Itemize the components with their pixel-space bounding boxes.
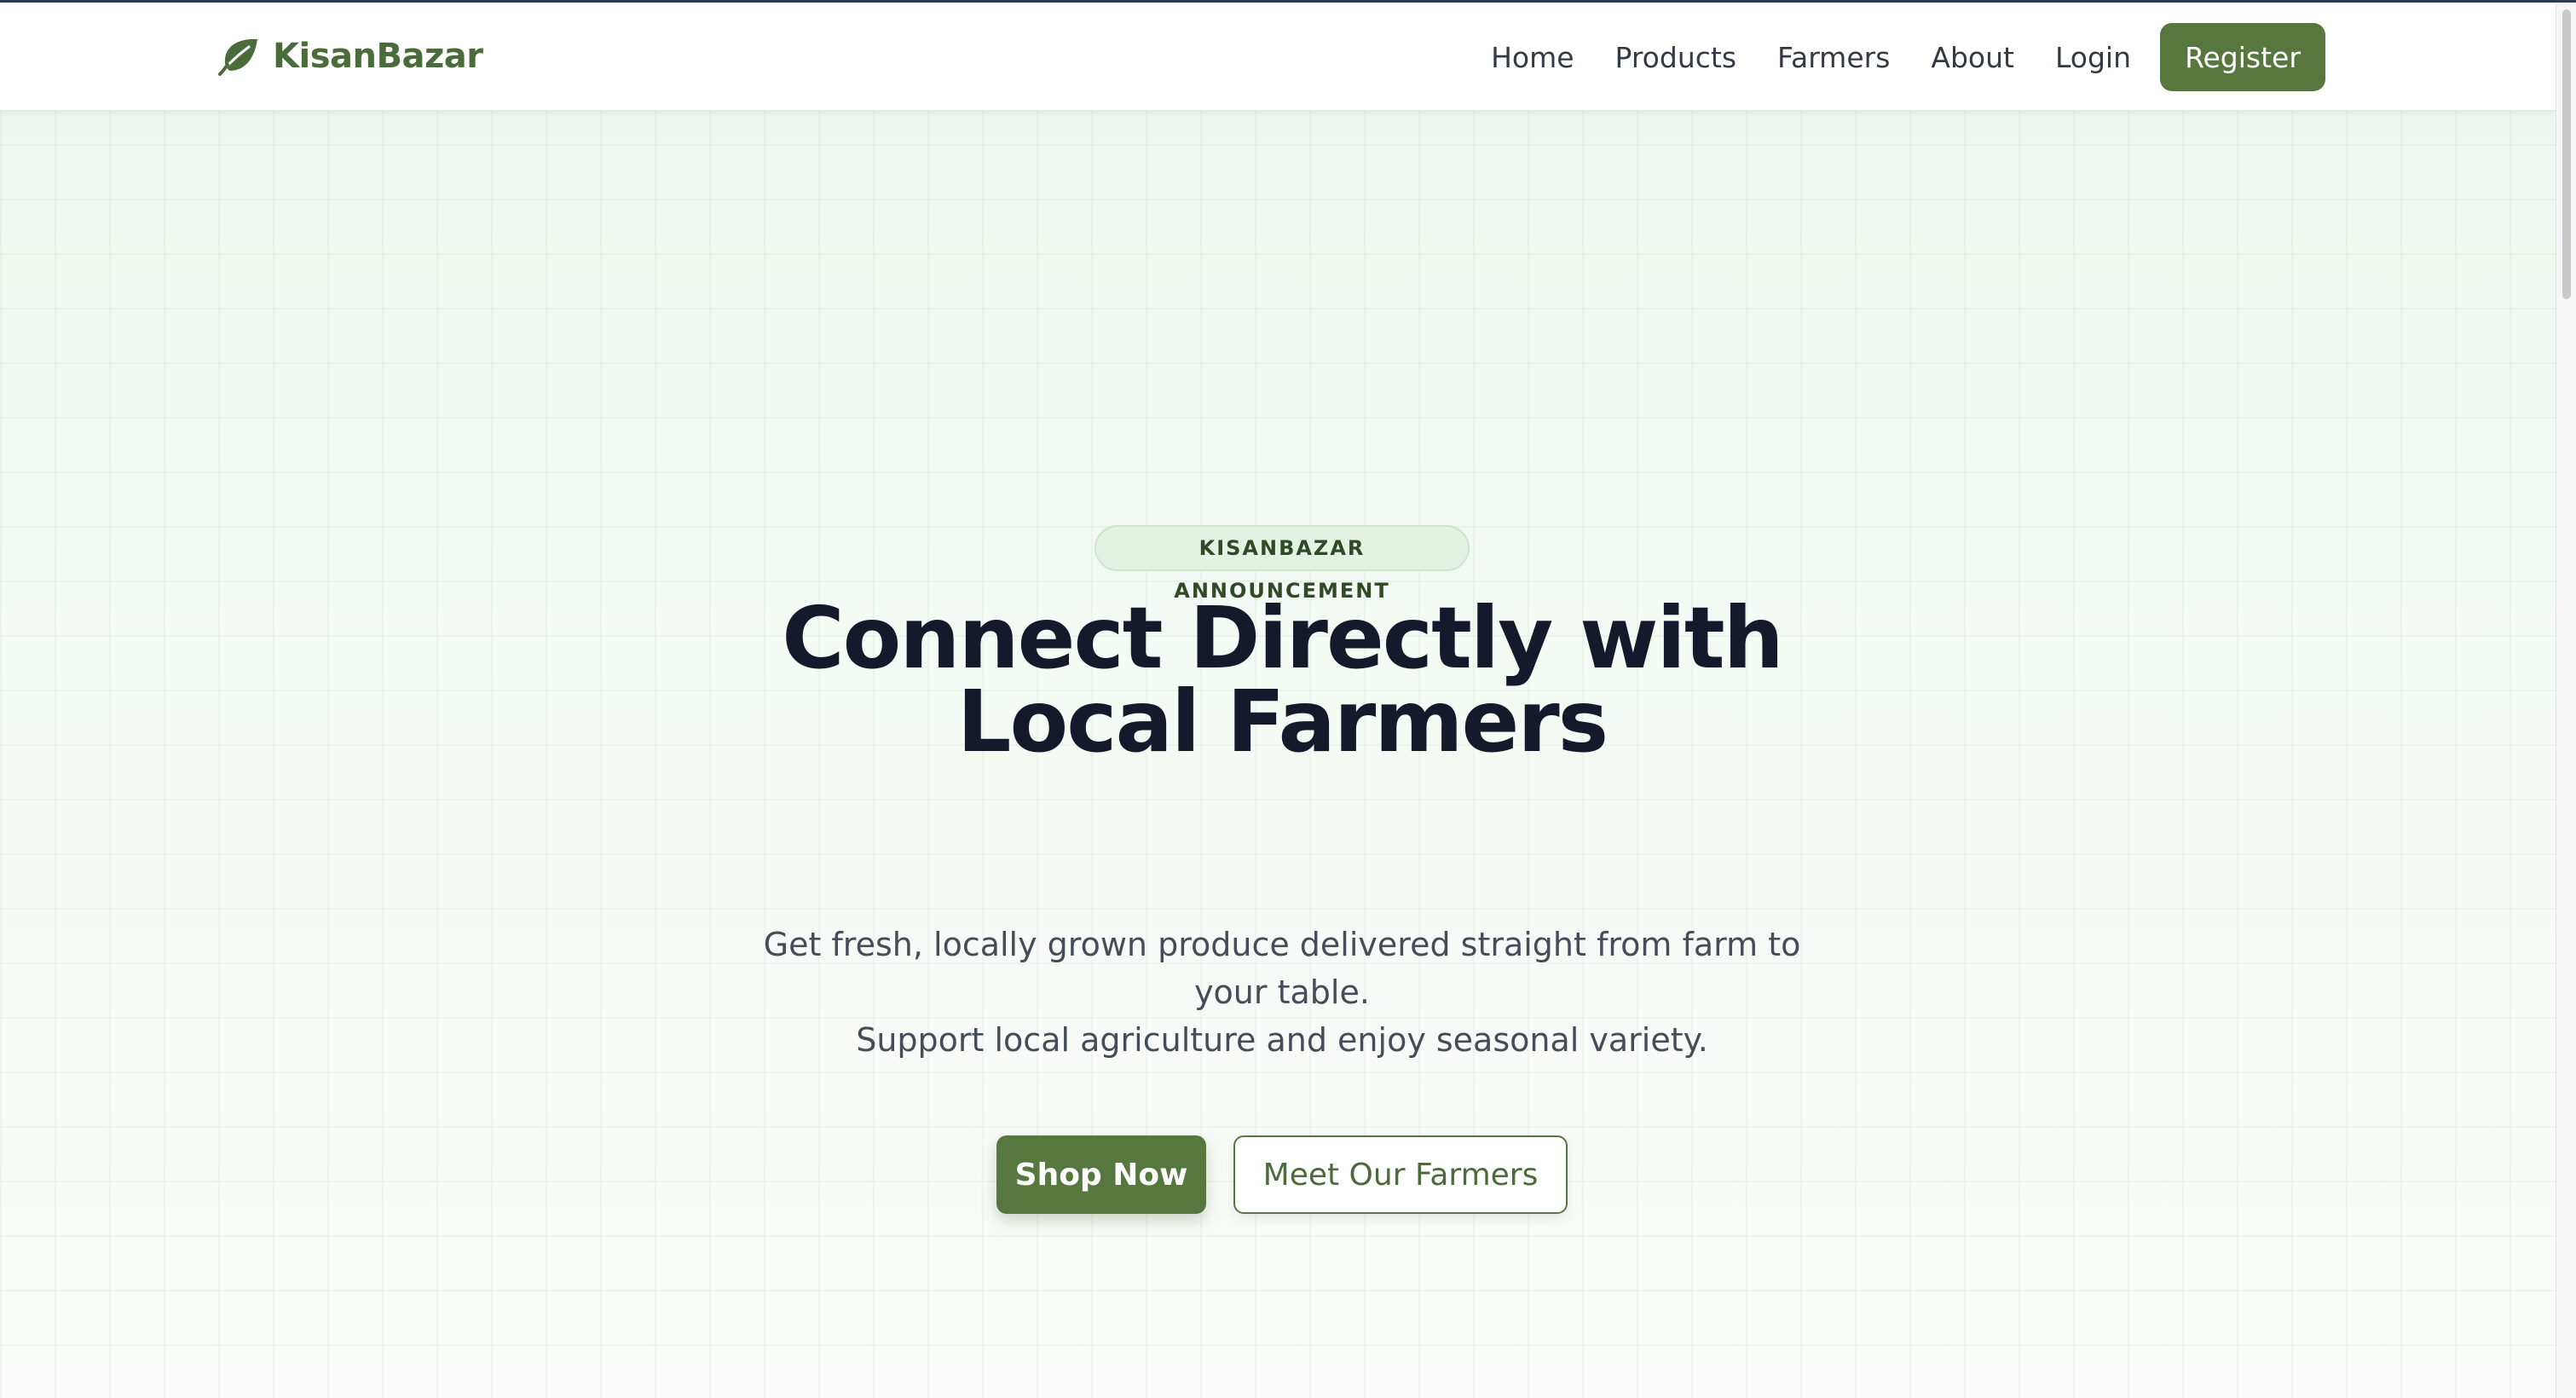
- shop-now-button[interactable]: Shop Now: [996, 1135, 1206, 1214]
- hero-headline: Connect Directly with Local Farmers: [682, 596, 1882, 765]
- hero-subtext-line-1: Get fresh, locally grown produce deliver…: [763, 926, 1801, 1011]
- hero-cta-group: Shop Now Meet Our Farmers: [0, 1135, 2564, 1214]
- nav-link-products[interactable]: Products: [1615, 41, 1737, 74]
- nav-link-about[interactable]: About: [1931, 41, 2014, 74]
- hero-section: KISANBAZAR ANNOUNCEMENT Connect Directly…: [0, 111, 2556, 1398]
- announcement-badge: KISANBAZAR ANNOUNCEMENT: [1095, 525, 1470, 603]
- scrollbar-thumb[interactable]: [2562, 9, 2571, 299]
- brand-name: KisanBazar: [273, 37, 483, 76]
- nav-link-login[interactable]: Login: [2055, 41, 2131, 74]
- hero-subtext-line-2: Support local agriculture and enjoy seas…: [856, 1021, 1708, 1059]
- leaf-icon: [218, 38, 257, 76]
- hero-subtext: Get fresh, locally grown produce deliver…: [733, 921, 1831, 1064]
- vertical-scrollbar[interactable]: [2556, 3, 2576, 1398]
- hero-headline-line-2: Local Farmers: [956, 672, 1609, 771]
- main-nav: Home Products Farmers About Login Regist…: [1491, 23, 2325, 91]
- page: KisanBazar Home Products Farmers About L…: [0, 0, 2576, 1398]
- top-navbar: KisanBazar Home Products Farmers About L…: [0, 3, 2556, 111]
- meet-farmers-button[interactable]: Meet Our Farmers: [1233, 1135, 1568, 1214]
- nav-link-home[interactable]: Home: [1491, 41, 1574, 74]
- brand-logo-link[interactable]: KisanBazar: [217, 37, 483, 76]
- nav-link-farmers[interactable]: Farmers: [1777, 41, 1890, 74]
- register-button[interactable]: Register: [2160, 23, 2325, 91]
